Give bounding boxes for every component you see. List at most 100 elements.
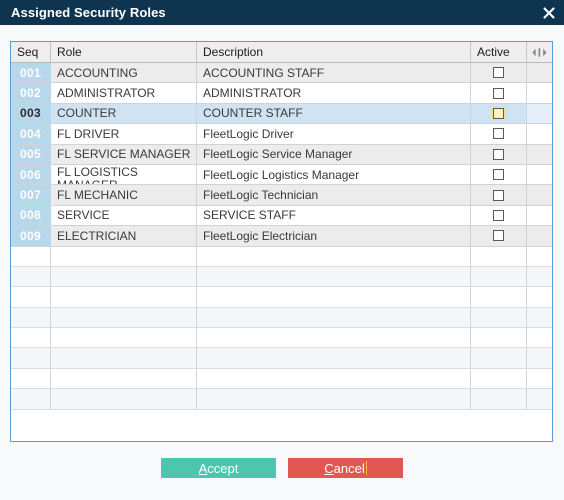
- grid-body[interactable]: 001 ACCOUNTING ACCOUNTING STAFF 002 ADMINIST…: [11, 63, 552, 410]
- cell-row-tail: [527, 124, 552, 143]
- cell-active[interactable]: [471, 164, 527, 185]
- cell-description[interactable]: FleetLogic Logistics Manager: [197, 164, 471, 185]
- cell-seq: 009: [11, 226, 51, 246]
- cell-active: [471, 287, 527, 307]
- cell-active[interactable]: [471, 124, 527, 144]
- cell-active: [471, 266, 527, 287]
- cell-active: [471, 328, 527, 348]
- cell-active[interactable]: [471, 83, 527, 103]
- close-button[interactable]: [534, 0, 564, 25]
- cell-description[interactable]: ADMINISTRATOR: [197, 83, 471, 103]
- active-checkbox[interactable]: [493, 148, 504, 160]
- cell-role[interactable]: FL MECHANIC: [51, 185, 197, 205]
- cell-role: [51, 246, 197, 266]
- accelerator-letter: C: [324, 460, 334, 476]
- cell-description[interactable]: FleetLogic Service Manager: [197, 144, 471, 164]
- active-checkbox[interactable]: [492, 106, 505, 120]
- cell-description[interactable]: ACCOUNTING STAFF: [197, 63, 471, 83]
- cell-role[interactable]: SERVICE: [51, 205, 197, 226]
- cell-row-tail: [527, 348, 552, 367]
- active-checkbox[interactable]: [493, 67, 504, 79]
- cell-active[interactable]: [471, 144, 527, 164]
- cell-seq: [11, 328, 51, 348]
- cell-row-tail: [527, 63, 552, 82]
- cell-active: [471, 389, 527, 409]
- table-row-empty[interactable]: [11, 368, 552, 390]
- cell-role[interactable]: ADMINISTRATOR: [51, 83, 197, 103]
- text-cursor: [365, 461, 367, 475]
- cell-role[interactable]: FL LOGISTICS MANAGER: [51, 164, 197, 185]
- cell-role[interactable]: FL SERVICE MANAGER: [51, 144, 197, 164]
- cell-row-tail: [527, 226, 552, 245]
- cell-role: [51, 348, 197, 368]
- cell-description[interactable]: SERVICE STAFF: [197, 205, 471, 226]
- security-roles-grid[interactable]: Seq Role Description Active 001 ACCOUNTIN…: [10, 41, 553, 442]
- cell-active[interactable]: [471, 185, 527, 205]
- table-row[interactable]: 001 ACCOUNTING ACCOUNTING STAFF: [11, 63, 552, 84]
- cell-active: [471, 307, 527, 328]
- column-header-seq[interactable]: Seq: [11, 42, 51, 62]
- cell-active[interactable]: [471, 205, 527, 226]
- grid-header-row: Seq Role Description Active: [11, 42, 552, 63]
- table-row[interactable]: 003 COUNTER COUNTER STAFF: [11, 103, 552, 125]
- cell-role: [51, 287, 197, 307]
- table-row-empty[interactable]: [11, 266, 552, 288]
- table-row-empty[interactable]: [11, 287, 552, 308]
- table-row[interactable]: 009 ELECTRICIAN FleetLogic Electrician: [11, 226, 552, 247]
- cell-row-tail: [527, 185, 552, 204]
- cell-role: [51, 328, 197, 348]
- cell-active[interactable]: [471, 103, 527, 124]
- table-row-empty[interactable]: [11, 246, 552, 267]
- cell-active: [471, 246, 527, 266]
- cell-row-tail: [527, 389, 552, 408]
- table-row[interactable]: 006FL LOGISTICS MANAGERFleetLogic Logist…: [11, 164, 552, 186]
- column-resize-grip-icon: [532, 47, 547, 57]
- cell-description[interactable]: FleetLogic Technician: [197, 185, 471, 205]
- cell-active: [471, 368, 527, 389]
- cell-active: [471, 348, 527, 368]
- window-title-bar: Assigned Security Roles: [0, 0, 564, 25]
- column-header-active[interactable]: Active: [471, 42, 527, 62]
- table-row[interactable]: 002 ADMINISTRATOR ADMINISTRATOR: [11, 83, 552, 104]
- table-row-empty[interactable]: [11, 328, 552, 349]
- cell-active[interactable]: [471, 226, 527, 246]
- active-checkbox[interactable]: [493, 230, 504, 242]
- active-checkbox[interactable]: [493, 209, 504, 221]
- table-row[interactable]: 007 FL MECHANIC FleetLogic Technician: [11, 185, 552, 206]
- cell-seq: [11, 287, 51, 307]
- table-row[interactable]: 004 FL DRIVER FleetLogic Driver: [11, 124, 552, 145]
- cell-role[interactable]: ACCOUNTING: [51, 63, 197, 83]
- column-header-role[interactable]: Role: [51, 42, 197, 62]
- table-row-empty[interactable]: [11, 348, 552, 369]
- cell-role[interactable]: FL DRIVER: [51, 124, 197, 144]
- cell-row-tail: [527, 287, 552, 306]
- cell-description[interactable]: COUNTER STAFF: [197, 103, 471, 124]
- cell-row-tail: [527, 83, 552, 102]
- cell-description[interactable]: FleetLogic Driver: [197, 124, 471, 144]
- column-header-description[interactable]: Description: [197, 42, 471, 62]
- active-checkbox[interactable]: [493, 87, 504, 99]
- cell-seq: [11, 348, 51, 368]
- active-checkbox[interactable]: [493, 128, 504, 140]
- cell-role[interactable]: ELECTRICIAN: [51, 226, 197, 246]
- accept-button[interactable]: Accept: [161, 458, 276, 478]
- column-resize-grip[interactable]: [527, 42, 552, 62]
- cell-description[interactable]: FleetLogic Electrician: [197, 226, 471, 246]
- cell-seq: [11, 266, 51, 287]
- active-checkbox[interactable]: [493, 169, 504, 181]
- window-title: Assigned Security Roles: [11, 5, 166, 20]
- table-row-empty[interactable]: [11, 389, 552, 410]
- table-row[interactable]: 005 FL SERVICE MANAGER FleetLogic Service …: [11, 144, 552, 165]
- cell-row-tail: [527, 328, 552, 347]
- cell-seq: [11, 246, 51, 266]
- cancel-button[interactable]: Cancel: [288, 458, 403, 478]
- cell-active[interactable]: [471, 63, 527, 83]
- table-row[interactable]: 008 SERVICE SERVICE STAFF: [11, 205, 552, 227]
- cell-row-tail: [527, 206, 552, 225]
- active-checkbox[interactable]: [493, 189, 504, 201]
- cell-row-tail: [527, 145, 552, 164]
- cell-row-tail: [527, 247, 552, 266]
- table-row-empty[interactable]: [11, 307, 552, 329]
- cell-role[interactable]: COUNTER: [51, 103, 197, 124]
- cell-row-tail: [527, 308, 552, 327]
